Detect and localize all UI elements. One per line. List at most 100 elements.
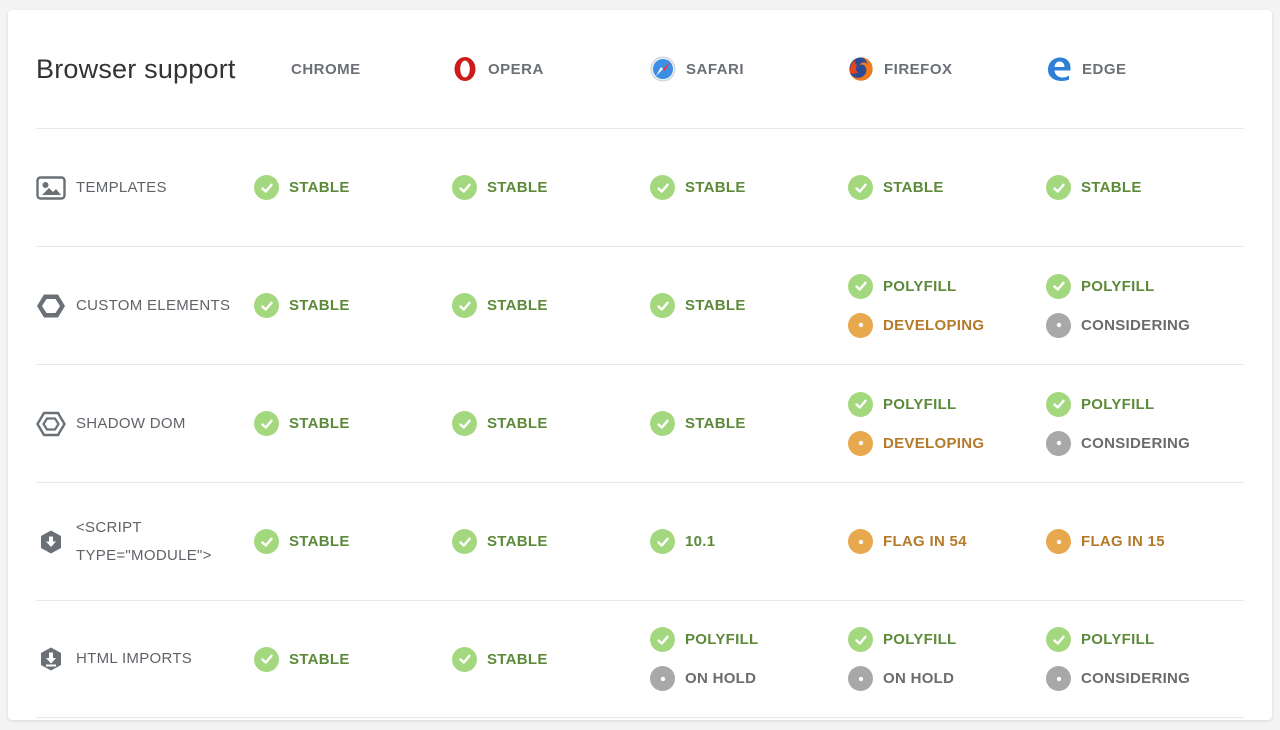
- check-icon: [848, 391, 873, 417]
- status-label: FLAG IN 15: [1081, 533, 1165, 550]
- status-item: POLYFILL: [848, 627, 957, 652]
- status-cell: STABLE: [650, 247, 746, 364]
- feature-label: CUSTOM ELEMENTS: [36, 291, 252, 321]
- status-item: ON HOLD: [848, 666, 957, 691]
- page-title: Browser support: [36, 53, 236, 84]
- status-item: STABLE: [452, 646, 548, 672]
- dot-icon: [1046, 312, 1071, 338]
- browser-col-safari: SAFARI: [650, 10, 744, 128]
- status-label: STABLE: [289, 297, 350, 314]
- status-label: POLYFILL: [685, 631, 759, 648]
- status-cell: STABLE: [1046, 129, 1142, 246]
- status-label: STABLE: [487, 650, 548, 668]
- status-cell: STABLE: [452, 129, 548, 246]
- status-cell: STABLE: [848, 129, 944, 246]
- status-cell: FLAG IN 54: [848, 483, 967, 600]
- status-item: STABLE: [650, 175, 746, 200]
- dot-icon: [1046, 430, 1071, 456]
- check-icon: [1046, 627, 1071, 652]
- feature-label: SHADOW DOM: [36, 409, 252, 439]
- feature-label: TEMPLATES: [36, 173, 252, 203]
- check-icon: [650, 293, 675, 318]
- status-label: CONSIDERING: [1081, 434, 1191, 452]
- status-label: STABLE: [487, 297, 548, 314]
- feature-name: SHADOW DOM: [76, 414, 186, 432]
- status-item: POLYFILL: [848, 391, 984, 417]
- browser-col-chrome: CHROME: [291, 10, 361, 128]
- status-item: STABLE: [452, 175, 548, 200]
- check-icon: [254, 529, 279, 554]
- feature-name-line-1: <SCRIPT: [76, 518, 142, 536]
- status-label: DEVELOPING: [883, 316, 985, 334]
- check-icon: [452, 175, 477, 200]
- module-download-icon: [36, 527, 66, 557]
- status-item: STABLE: [452, 411, 548, 436]
- hexagon-icon: [36, 291, 66, 321]
- check-icon: [848, 175, 873, 200]
- status-cell: STABLE: [650, 365, 746, 482]
- image-icon: [36, 173, 66, 203]
- dot-icon: [848, 529, 873, 554]
- feature-name: CUSTOM ELEMENTS: [76, 296, 231, 314]
- import-download-icon: [36, 644, 66, 674]
- dot-icon: [650, 666, 675, 691]
- status-item: POLYFILL: [1046, 391, 1190, 417]
- header-row: Browser support CHROME OPERA SAFARI FIRE…: [36, 10, 1244, 128]
- browser-col-firefox: FIREFOX: [848, 10, 953, 128]
- status-label: POLYFILL: [883, 631, 957, 648]
- browser-name-opera: OPERA: [488, 60, 544, 78]
- status-item: DEVELOPING: [848, 430, 985, 456]
- status-item: POLYFILL: [1046, 273, 1190, 299]
- check-icon: [254, 646, 279, 672]
- status-cell: 10.1: [650, 483, 715, 600]
- status-item: DEVELOPING: [848, 312, 985, 338]
- status-cell: STABLE: [254, 365, 350, 482]
- status-cell: STABLE: [254, 129, 350, 246]
- feature-label: <SCRIPT TYPE="MODULE">: [36, 514, 252, 570]
- feature-row-custom-elements: CUSTOM ELEMENTS STABLE STABLE STABLE POL…: [36, 246, 1244, 364]
- status-label: POLYFILL: [1081, 395, 1155, 413]
- check-icon: [254, 175, 279, 200]
- title-cell: Browser support: [36, 54, 252, 85]
- status-cell: POLYFILL CONSIDERING: [1046, 247, 1190, 364]
- check-icon: [452, 293, 477, 318]
- status-cell: POLYFILL CONSIDERING: [1046, 365, 1190, 482]
- status-item: 10.1: [650, 529, 715, 554]
- status-label: STABLE: [685, 415, 746, 432]
- status-label: STABLE: [685, 179, 746, 196]
- status-label: FLAG IN 54: [883, 533, 967, 550]
- status-label: STABLE: [289, 533, 350, 550]
- status-label: POLYFILL: [883, 277, 957, 295]
- status-label: STABLE: [487, 533, 548, 550]
- status-cell: STABLE: [254, 483, 350, 600]
- status-cell: STABLE: [254, 601, 350, 717]
- check-icon: [254, 411, 279, 436]
- status-item: CONSIDERING: [1046, 430, 1191, 456]
- feature-row-html-imports: HTML IMPORTS STABLE STABLE POLYFILL ON HO…: [36, 600, 1244, 718]
- status-label: CONSIDERING: [1081, 316, 1191, 334]
- status-label: STABLE: [883, 179, 944, 196]
- check-icon: [650, 175, 675, 200]
- feature-row-script-module: <SCRIPT TYPE="MODULE"> STABLE STABLE 10.…: [36, 482, 1244, 600]
- check-icon: [452, 529, 477, 554]
- status-item: FLAG IN 54: [848, 529, 967, 554]
- status-label: ON HOLD: [883, 670, 955, 687]
- check-icon: [452, 646, 477, 672]
- status-item: FLAG IN 15: [1046, 529, 1165, 554]
- status-cell: POLYFILL ON HOLD: [650, 601, 759, 717]
- status-cell: STABLE: [452, 365, 548, 482]
- status-label: POLYFILL: [1081, 631, 1155, 648]
- feature-row-templates: TEMPLATES STABLE STABLE STABLE STABLE ST…: [36, 128, 1244, 246]
- dot-icon: [848, 312, 873, 338]
- feature-name-line-2: TYPE="MODULE">: [76, 546, 212, 564]
- status-item: STABLE: [452, 529, 548, 554]
- feature-name: <SCRIPT TYPE="MODULE">: [76, 514, 212, 570]
- status-item: CONSIDERING: [1046, 312, 1191, 338]
- status-label: STABLE: [487, 415, 548, 432]
- status-item: POLYFILL: [650, 627, 759, 652]
- status-label: 10.1: [685, 533, 716, 550]
- status-label: DEVELOPING: [883, 434, 985, 452]
- status-cell: POLYFILL DEVELOPING: [848, 247, 984, 364]
- status-label: POLYFILL: [1081, 277, 1155, 295]
- safari-icon: [650, 56, 676, 82]
